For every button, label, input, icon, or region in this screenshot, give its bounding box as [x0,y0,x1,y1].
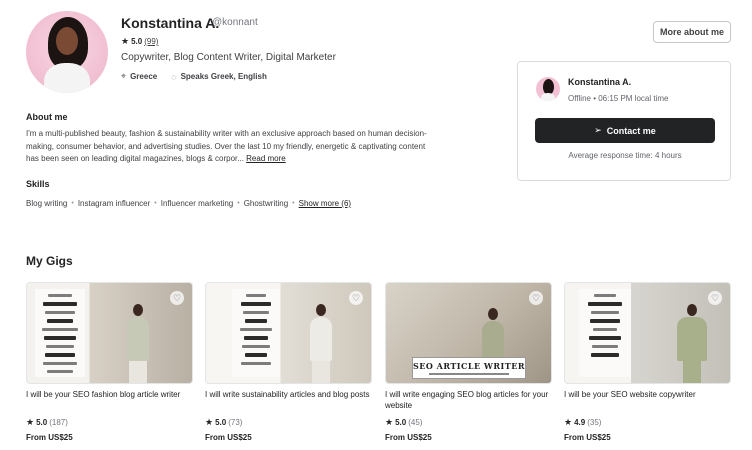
read-more-link[interactable]: Read more [246,154,286,163]
rating-value: 5.0 [131,37,143,46]
gigs-title: My Gigs [26,254,73,268]
gig-title[interactable]: I will write sustainability articles and… [205,390,372,412]
response-time: Average response time: 4 hours [568,151,682,160]
gig-rating: ★ 5.0 (187) [26,417,193,428]
gig-card[interactable]: ♡ I will write sustainability articles a… [205,282,372,442]
profile-rating: ★ 5.0 (99) [121,36,158,47]
heart-icon[interactable]: ♡ [529,291,543,305]
skill-item[interactable]: Blog writing [26,199,67,208]
heart-icon[interactable]: ♡ [170,291,184,305]
gig-rating-value: 5.0 [215,418,227,427]
about-body: I'm a multi-published beauty, fashion & … [26,129,427,164]
contact-card: Konstantina A. Offline • 06:15 PM local … [517,61,731,181]
skill-item[interactable]: Influencer marketing [161,199,233,208]
skill-item[interactable]: Ghostwriting [244,199,288,208]
star-icon: ★ [26,417,35,427]
gig-price: From US$25 [564,433,611,442]
location: ⌖ Greece [121,71,157,82]
skills-title: Skills [26,179,50,189]
gig-title[interactable]: I will be your SEO fashion blog article … [26,390,193,412]
gig-title[interactable]: I will be your SEO website copywriter [564,390,731,412]
rating-count-link[interactable]: (99) [144,37,158,46]
heart-icon[interactable]: ♡ [708,291,722,305]
about-text: I'm a multi-published beauty, fashion & … [26,128,436,166]
contact-status: Offline • 06:15 PM local time [568,94,669,103]
profile-headline: Copywriter, Blog Content Writer, Digital… [121,52,336,63]
gig-banner-text: SEO ARTICLE WRITER [413,361,525,371]
profile-avatar [26,11,108,93]
gig-price: From US$25 [26,433,73,442]
gig-price: From US$25 [205,433,252,442]
contact-avatar [536,77,560,101]
profile-handle: @konnant [212,17,258,28]
show-more-skills-link[interactable]: Show more (6) [299,199,351,208]
skills-list: Blog writing • Instagram influencer • In… [26,199,352,208]
gig-rating: ★ 4.9 (35) [564,417,731,428]
about-title: About me [26,112,68,122]
contact-name: Konstantina A. [568,77,632,87]
gig-rating-value: 5.0 [395,418,407,427]
gig-thumbnail[interactable]: SEO ARTICLE WRITER ♡ [385,282,552,384]
gig-rating: ★ 5.0 (45) [385,417,552,428]
gig-card[interactable]: ♡ I will be your SEO fashion blog articl… [26,282,193,442]
gig-title[interactable]: I will write engaging SEO blog articles … [385,390,552,412]
more-about-me-button[interactable]: More about me [653,21,731,43]
speech-bubble-icon: ◌ [171,71,177,82]
paper-plane-icon: ➢ [594,125,602,135]
gig-thumbnail[interactable]: ♡ [205,282,372,384]
gig-rating-count: (45) [408,418,423,427]
star-icon: ★ [385,417,394,427]
profile-name: Konstantina A. [121,15,220,31]
gig-thumbnail[interactable]: ♡ [564,282,731,384]
gig-rating-count: (73) [228,418,243,427]
star-icon: ★ [121,36,130,46]
gig-card[interactable]: ♡ I will be your SEO website copywriter … [564,282,731,442]
star-icon: ★ [205,417,214,427]
languages-text: Speaks Greek, English [180,72,267,81]
location-pin-icon: ⌖ [121,71,127,81]
gig-rating-count: (35) [587,418,602,427]
profile-meta: ⌖ Greece ◌ Speaks Greek, English [121,71,267,82]
star-icon: ★ [564,417,573,427]
gig-thumbnail[interactable]: ♡ [26,282,193,384]
gig-banner: SEO ARTICLE WRITER [412,357,526,379]
gig-card[interactable]: SEO ARTICLE WRITER ♡ I will write engagi… [385,282,552,442]
gig-price: From US$25 [385,433,432,442]
gig-rating-value: 4.9 [574,418,586,427]
contact-me-button[interactable]: ➢ Contact me [535,118,715,143]
gig-rating-count: (187) [49,418,68,427]
contact-me-label: Contact me [606,125,656,136]
gig-rating: ★ 5.0 (73) [205,417,372,428]
skill-item[interactable]: Instagram influencer [78,199,150,208]
location-text: Greece [130,72,158,81]
languages: ◌ Speaks Greek, English [171,71,267,82]
heart-icon[interactable]: ♡ [349,291,363,305]
gig-rating-value: 5.0 [36,418,48,427]
